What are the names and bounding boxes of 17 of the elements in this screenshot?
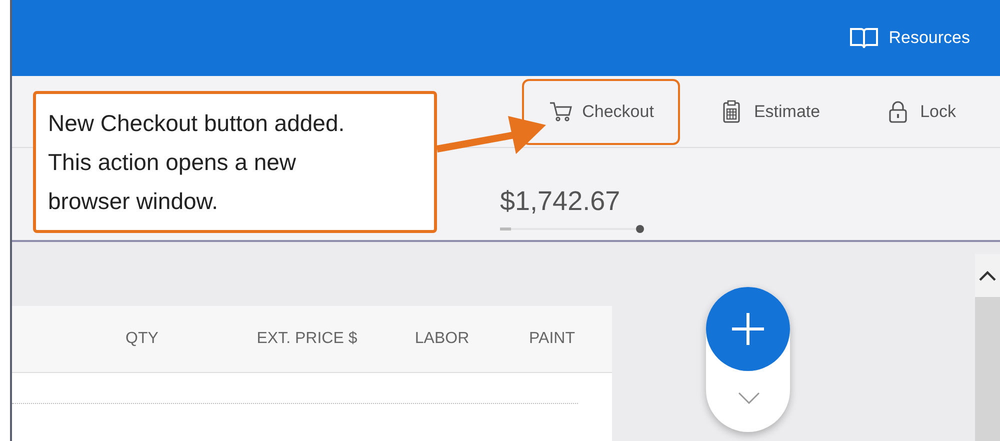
- callout-text: New Checkout button added. This action opens a new browser window.: [48, 109, 346, 216]
- scroll-up-button[interactable]: [975, 254, 1000, 297]
- toolbar-button[interactable]: Estimate: [694, 78, 846, 144]
- chevron-up-icon: [979, 270, 996, 280]
- column-header: QTY: [124, 330, 160, 348]
- scrollbar-thumb[interactable]: [975, 297, 1000, 441]
- column-header: LABOR: [414, 330, 470, 348]
- resources-link[interactable]: Resources: [888, 28, 970, 48]
- total-amount: $1,742.67: [500, 186, 620, 217]
- column-header: PAINT: [528, 330, 576, 348]
- book-icon: [848, 26, 879, 50]
- column-header: EXT. PRICE $: [256, 330, 358, 348]
- toolbar-button[interactable]: Checkout: [522, 78, 680, 144]
- chevron-down-icon[interactable]: [738, 392, 760, 404]
- toolbar-button[interactable]: Lock: [860, 78, 982, 144]
- plus-icon: [730, 311, 766, 347]
- cart-icon: [548, 100, 572, 124]
